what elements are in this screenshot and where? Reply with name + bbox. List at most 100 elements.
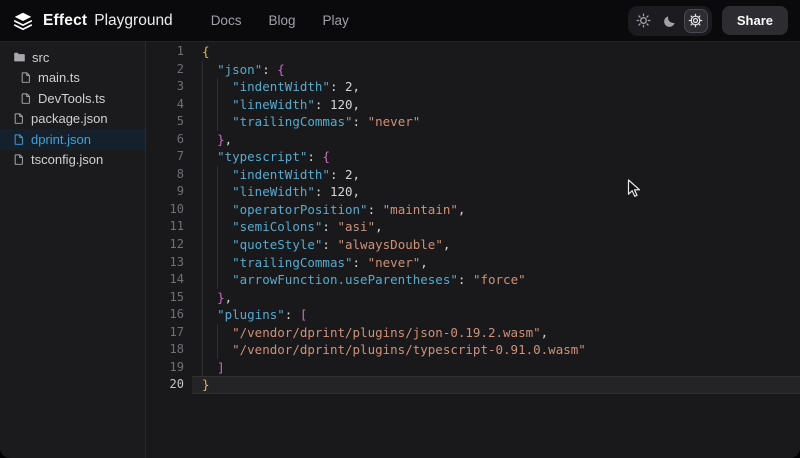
line-number: 6 (146, 131, 192, 149)
line-number: 14 (146, 271, 192, 289)
line-number: 17 (146, 324, 192, 342)
code-line[interactable]: 11 "semiColons": "asi", (146, 218, 800, 236)
line-number: 10 (146, 201, 192, 219)
code-text: ] (192, 359, 800, 377)
theme-option-dark[interactable] (658, 9, 682, 33)
file-icon (13, 112, 25, 125)
code-text: "lineWidth": 120, (192, 96, 800, 114)
line-number: 5 (146, 113, 192, 131)
code-text: }, (192, 289, 800, 307)
code-text: "typescript": { (192, 148, 800, 166)
code-line[interactable]: 12 "quoteStyle": "alwaysDouble", (146, 236, 800, 254)
line-number: 1 (146, 43, 192, 61)
code-line[interactable]: 6 }, (146, 131, 800, 149)
sidebar-item-dprint-json[interactable]: dprint.json (0, 129, 145, 150)
code-text: { (192, 43, 800, 61)
line-number: 16 (146, 306, 192, 324)
file-name: tsconfig.json (31, 152, 103, 167)
code-line[interactable]: 1{ (146, 43, 800, 61)
line-number: 9 (146, 183, 192, 201)
code-line[interactable]: 13 "trailingCommas": "never", (146, 254, 800, 272)
code-lines: 1{2 "json": {3 "indentWidth": 2,4 "lineW… (146, 42, 800, 394)
main-content: src main.ts DevTools.ts package.json dprint.… (0, 42, 800, 458)
line-number: 2 (146, 61, 192, 79)
file-name: src (32, 50, 49, 65)
gear-icon (688, 13, 703, 28)
code-text: "arrowFunction.useParentheses": "force" (192, 271, 800, 289)
code-line[interactable]: 8 "indentWidth": 2, (146, 166, 800, 184)
code-text: "trailingCommas": "never" (192, 113, 800, 131)
effect-playground-app: Effect Playground Docs Blog Play (0, 0, 800, 458)
code-text: "lineWidth": 120, (192, 183, 800, 201)
file-name: DevTools.ts (38, 91, 105, 106)
file-name: main.ts (38, 70, 80, 85)
share-button[interactable]: Share (722, 6, 788, 35)
code-line[interactable]: 14 "arrowFunction.useParentheses": "forc… (146, 271, 800, 289)
code-text: "semiColons": "asi", (192, 218, 800, 236)
code-line[interactable]: 3 "indentWidth": 2, (146, 78, 800, 96)
code-line[interactable]: 9 "lineWidth": 120, (146, 183, 800, 201)
file-name: dprint.json (31, 132, 91, 147)
line-number: 8 (146, 166, 192, 184)
file-name: package.json (31, 111, 108, 126)
code-text: } (192, 376, 800, 394)
code-line[interactable]: 19 ] (146, 359, 800, 377)
line-number: 13 (146, 254, 192, 272)
line-number: 11 (146, 218, 192, 236)
code-line[interactable]: 18 "/vendor/dprint/plugins/typescript-0.… (146, 341, 800, 359)
header: Effect Playground Docs Blog Play (0, 0, 800, 42)
sidebar-item-main-ts[interactable]: main.ts (0, 68, 145, 89)
code-line[interactable]: 16 "plugins": [ (146, 306, 800, 324)
nav-link-play[interactable]: Play (322, 13, 348, 28)
theme-option-system[interactable] (684, 9, 708, 33)
line-number: 7 (146, 148, 192, 166)
code-line[interactable]: 10 "operatorPosition": "maintain", (146, 201, 800, 219)
file-icon (20, 92, 32, 105)
file-icon (13, 133, 25, 146)
line-number: 15 (146, 289, 192, 307)
code-text: "indentWidth": 2, (192, 78, 800, 96)
moon-icon (663, 14, 677, 28)
code-text: "quoteStyle": "alwaysDouble", (192, 236, 800, 254)
brand-subtitle: Playground (94, 12, 172, 30)
code-line[interactable]: 4 "lineWidth": 120, (146, 96, 800, 114)
code-text: "/vendor/dprint/plugins/typescript-0.91.… (192, 341, 800, 359)
code-text: "indentWidth": 2, (192, 166, 800, 184)
code-text: "trailingCommas": "never", (192, 254, 800, 272)
sun-icon (636, 13, 651, 28)
effect-logo-icon (12, 10, 34, 32)
file-icon (13, 153, 25, 166)
sidebar-item-package-json[interactable]: package.json (0, 109, 145, 130)
code-text: }, (192, 131, 800, 149)
theme-toggle (628, 6, 712, 36)
nav-link-blog[interactable]: Blog (268, 13, 295, 28)
editor[interactable]: 1{2 "json": {3 "indentWidth": 2,4 "lineW… (146, 42, 800, 458)
line-number: 3 (146, 78, 192, 96)
code-text: "operatorPosition": "maintain", (192, 201, 800, 219)
folder-icon (13, 51, 26, 64)
sidebar-item-src[interactable]: src (0, 47, 145, 68)
code-line[interactable]: 20} (146, 376, 800, 394)
code-line[interactable]: 7 "typescript": { (146, 148, 800, 166)
line-number: 4 (146, 96, 192, 114)
sidebar-item-DevTools-ts[interactable]: DevTools.ts (0, 88, 145, 109)
file-icon (20, 71, 32, 84)
main-nav: Docs Blog Play (211, 13, 349, 28)
code-text: "json": { (192, 61, 800, 79)
line-number: 18 (146, 341, 192, 359)
code-text: "plugins": [ (192, 306, 800, 324)
line-number: 19 (146, 359, 192, 377)
code-line[interactable]: 2 "json": { (146, 61, 800, 79)
code-line[interactable]: 17 "/vendor/dprint/plugins/json-0.19.2.w… (146, 324, 800, 342)
line-number: 12 (146, 236, 192, 254)
header-actions: Share (628, 6, 788, 36)
code-text: "/vendor/dprint/plugins/json-0.19.2.wasm… (192, 324, 800, 342)
sidebar-item-tsconfig-json[interactable]: tsconfig.json (0, 150, 145, 171)
brand-name: Effect (43, 12, 87, 30)
brand[interactable]: Effect Playground (12, 10, 173, 32)
file-tree: src main.ts DevTools.ts package.json dprint.… (0, 42, 146, 458)
theme-option-light[interactable] (632, 9, 656, 33)
code-line[interactable]: 15 }, (146, 289, 800, 307)
nav-link-docs[interactable]: Docs (211, 13, 242, 28)
code-line[interactable]: 5 "trailingCommas": "never" (146, 113, 800, 131)
